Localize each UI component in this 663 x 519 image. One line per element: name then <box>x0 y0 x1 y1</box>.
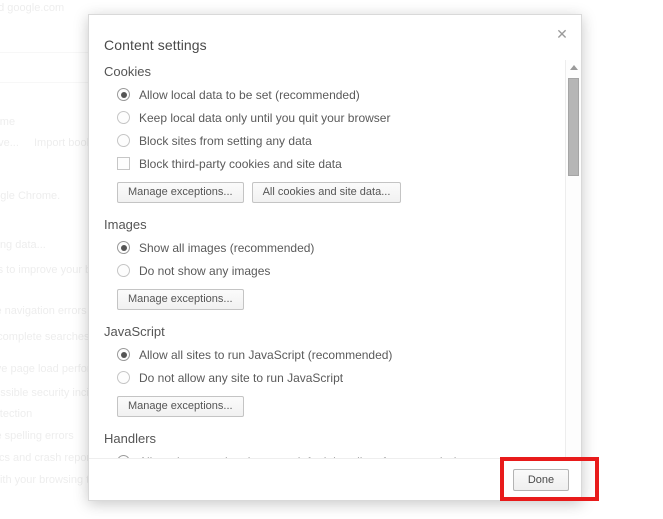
javascript-option-1[interactable]: Do not allow any site to run JavaScript <box>117 366 557 389</box>
radio-images-1[interactable] <box>117 264 130 277</box>
dialog-footer: Done <box>89 458 581 500</box>
radio-cookies-1[interactable] <box>117 111 130 124</box>
javascript-option-0[interactable]: Allow all sites to run JavaScript (recom… <box>117 343 557 366</box>
cookies-option-3[interactable]: Block third-party cookies and site data <box>117 152 557 175</box>
cookies-option-0[interactable]: Allow local data to be set (recommended) <box>117 83 557 106</box>
option-label: Do not allow any site to run JavaScript <box>139 370 344 385</box>
screenshot-root: nd google.comromeove...Import bookmarkso… <box>0 0 663 519</box>
javascript-button-0[interactable]: Manage exceptions... <box>117 396 244 417</box>
cookies-option-2[interactable]: Block sites from setting any data <box>117 129 557 152</box>
option-label: Keep local data only until you quit your… <box>139 110 391 125</box>
radio-javascript-0[interactable] <box>117 348 130 361</box>
images-option-0[interactable]: Show all images (recommended) <box>117 236 557 259</box>
close-icon[interactable]: ✕ <box>552 24 572 44</box>
radio-images-0[interactable] <box>117 241 130 254</box>
section-title-handlers: Handlers <box>104 431 157 446</box>
cookies-button-1[interactable]: All cookies and site data... <box>251 182 402 203</box>
images-buttons: Manage exceptions... <box>117 289 557 310</box>
radio-javascript-1[interactable] <box>117 371 130 384</box>
section-title-cookies: Cookies <box>104 64 151 79</box>
done-button[interactable]: Done <box>513 469 569 491</box>
scrollbar[interactable] <box>565 60 581 477</box>
section-title-images: Images <box>104 217 147 232</box>
chevron-up-icon[interactable] <box>566 60 581 75</box>
cookies-option-1[interactable]: Keep local data only until you quit your… <box>117 106 557 129</box>
option-label: Show all images (recommended) <box>139 240 315 255</box>
page-title: Content settings <box>104 37 207 53</box>
content-settings-dialog: Content settings ✕ Cookies Allow local da… <box>88 14 582 501</box>
option-label: Allow local data to be set (recommended) <box>139 87 360 102</box>
cookies-button-0[interactable]: Manage exceptions... <box>117 182 244 203</box>
option-label: Do not show any images <box>139 263 271 278</box>
checkbox-cookies-3[interactable] <box>117 157 130 170</box>
images-option-1[interactable]: Do not show any images <box>117 259 557 282</box>
scrollbar-thumb[interactable] <box>568 78 579 176</box>
radio-cookies-0[interactable] <box>117 88 130 101</box>
cookies-buttons: Manage exceptions... All cookies and site… <box>117 182 557 203</box>
section-title-javascript: JavaScript <box>104 324 165 339</box>
images-button-0[interactable]: Manage exceptions... <box>117 289 244 310</box>
option-label: Allow all sites to run JavaScript (recom… <box>139 347 393 362</box>
option-label: Block sites from setting any data <box>139 133 312 148</box>
javascript-buttons: Manage exceptions... <box>117 396 557 417</box>
option-label: Block third-party cookies and site data <box>139 156 342 171</box>
settings-scroll-viewport: Cookies Allow local data to be set (recom… <box>89 60 581 477</box>
settings-sections: Cookies Allow local data to be set (recom… <box>89 60 557 473</box>
radio-cookies-2[interactable] <box>117 134 130 147</box>
